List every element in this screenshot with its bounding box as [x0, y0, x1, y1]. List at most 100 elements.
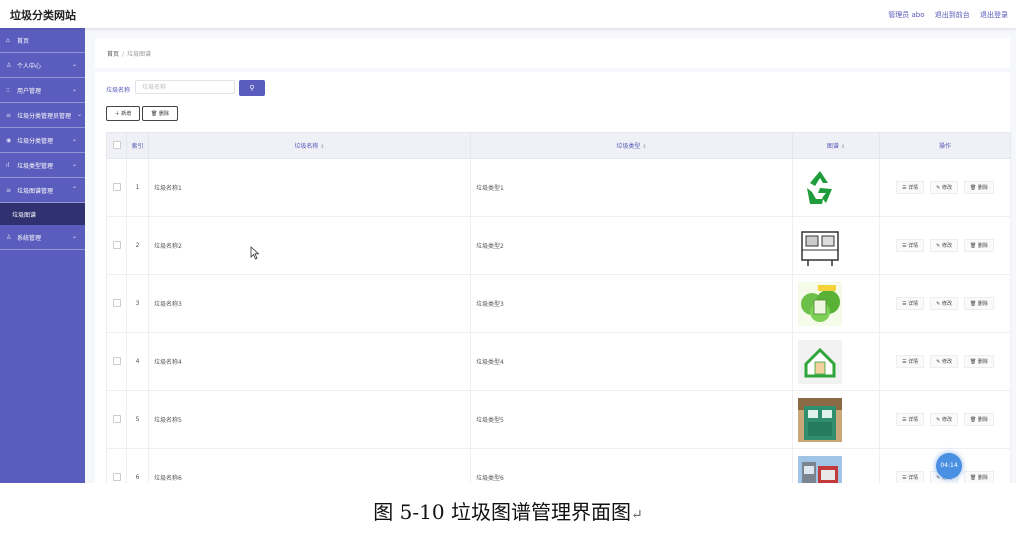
row-select-cell[interactable]: [106, 390, 127, 449]
detail-button[interactable]: ☰ 详情: [896, 413, 925, 426]
delete-button[interactable]: 🗑 删除: [963, 413, 994, 426]
row-index: 4: [126, 332, 149, 391]
col-header-type[interactable]: 垃圾类型 ⇕: [470, 132, 793, 159]
recording-timer-badge[interactable]: 04:14: [936, 453, 962, 479]
delete-icon: 🗑: [969, 417, 977, 423]
chevron-up-icon: ⌃: [71, 186, 77, 193]
select-all-cell[interactable]: [106, 132, 127, 159]
col-header-name-label: 垃圾名称: [294, 143, 319, 150]
row-ops: ☰ 详情 ✎ 修改 🗑 删除: [879, 332, 1011, 391]
chevron-down-icon: ⌄: [71, 161, 77, 168]
search-button[interactable]: ⚲: [239, 80, 265, 96]
sidebar-item-garbage-atlas[interactable]: ≡ 垃圾图谱管理 ⌃: [0, 178, 85, 203]
row-ops: ☰ 详情 ✎ 修改 🗑 删除: [879, 158, 1011, 217]
search-input[interactable]: 垃圾名称: [135, 80, 235, 94]
sort-icon[interactable]: ⇕: [320, 144, 324, 150]
site-title: 垃圾分类网站: [10, 9, 76, 22]
edit-button[interactable]: ✎ 修改: [930, 297, 958, 310]
row-select-cell[interactable]: [106, 448, 127, 483]
row-checkbox[interactable]: [112, 240, 121, 249]
sorting-station-photo[interactable]: [798, 455, 842, 484]
sidebar-item-garbage-type[interactable]: ıl 垃圾类型管理 ⌄: [0, 153, 85, 178]
sidebar-item-home[interactable]: ⌂ 首页: [0, 28, 85, 53]
delete-button[interactable]: 🗑 删除: [963, 471, 994, 483]
smart-bin-photo[interactable]: [798, 397, 842, 442]
edit-button[interactable]: ✎ 修改: [930, 355, 958, 368]
detail-button[interactable]: ☰ 详情: [896, 181, 925, 194]
search-icon: ⚲: [249, 84, 255, 92]
delete-button[interactable]: 🗑 删除: [963, 181, 994, 194]
sidebar-item-label: 垃圾类型管理: [17, 162, 54, 170]
figure-caption-text: 图 5-10 垃圾图谱管理界面图: [373, 500, 631, 524]
breadcrumb: 首页 / 垃圾图谱: [107, 49, 151, 58]
row-select-cell[interactable]: [106, 274, 127, 333]
table-row: 3 垃圾名称3 垃圾类型3 ☰ 详情 ✎ 修改 🗑 删除: [106, 274, 1011, 333]
breadcrumb-current: 垃圾图谱: [127, 51, 152, 58]
row-select-cell[interactable]: [106, 158, 127, 217]
recycle-symbol-image[interactable]: [798, 165, 842, 210]
sidebar-item-garbage-classification[interactable]: ◉ 垃圾分类管理 ⌄: [0, 128, 85, 153]
col-header-image-label: 图谱: [826, 143, 839, 150]
return-mark-icon: ↵: [630, 507, 643, 523]
sort-icon[interactable]: ⇕: [642, 144, 646, 150]
delete-icon: 🗑: [969, 475, 977, 481]
sidebar-item-label: 用户管理: [17, 87, 42, 95]
batch-delete-button[interactable]: 🗑 删除: [142, 106, 178, 121]
sort-icon[interactable]: ⇕: [841, 144, 845, 150]
admin-user-link[interactable]: 管理员 abo: [888, 11, 924, 19]
green-bin-image[interactable]: [798, 281, 842, 326]
search-label: 垃圾名称: [106, 87, 131, 94]
edit-icon: ✎: [936, 417, 941, 423]
row-checkbox[interactable]: [112, 356, 121, 365]
chevron-down-icon: ⌄: [76, 111, 82, 118]
exit-to-frontend-link[interactable]: 退出到前台: [935, 11, 970, 19]
row-select-cell[interactable]: [106, 216, 127, 275]
delete-button[interactable]: 🗑 删除: [963, 239, 994, 252]
edit-button[interactable]: ✎ 修改: [930, 413, 958, 426]
row-checkbox[interactable]: [112, 414, 121, 423]
detail-button[interactable]: ☰ 详情: [896, 471, 925, 483]
delete-icon: 🗑: [969, 359, 977, 365]
sidebar-item-personal-center[interactable]: ♙ 个人中心 ⌄: [0, 53, 85, 78]
row-select-cell[interactable]: [106, 332, 127, 391]
breadcrumb-home[interactable]: 首页: [107, 51, 119, 58]
top-nav: 管理员 abo 退出到前台 退出登录: [888, 10, 1016, 20]
row-type: 垃圾类型6: [470, 448, 793, 483]
sidebar-subitem-garbage-atlas[interactable]: 垃圾图谱: [0, 203, 85, 225]
chart-icon: ıl: [6, 161, 10, 169]
col-header-name[interactable]: 垃圾名称 ⇕: [148, 132, 471, 159]
col-header-index: 索引: [126, 132, 149, 159]
edit-icon: ✎: [936, 359, 941, 365]
row-type: 垃圾类型5: [470, 390, 793, 449]
sidebar-item-label: 垃圾分类管理: [17, 137, 54, 145]
house-sign-image[interactable]: [798, 339, 842, 384]
detail-icon: ☰: [902, 417, 907, 423]
detail-button[interactable]: ☰ 详情: [896, 239, 925, 252]
sidebar-item-label: 首页: [17, 37, 30, 45]
user-icon: ♙: [6, 61, 12, 69]
row-checkbox[interactable]: [112, 472, 121, 481]
add-button[interactable]: ＋ 新增: [106, 106, 140, 121]
row-checkbox[interactable]: [112, 298, 121, 307]
mouse-cursor-icon: [250, 246, 260, 260]
row-index: 2: [126, 216, 149, 275]
edit-button[interactable]: ✎ 修改: [930, 239, 958, 252]
table-row: 6 垃圾名称6 垃圾类型6 ☰ 详情✎ 修改🗑 删除: [106, 448, 1011, 484]
select-all-checkbox[interactable]: [112, 140, 121, 149]
breadcrumb-separator: /: [122, 51, 125, 58]
sidebar-item-garbage-admin-management[interactable]: ≡ 垃圾分类管理员管理 ⌄: [0, 103, 85, 128]
row-ops: ☰ 详情 ✎ 修改 🗑 删除: [879, 216, 1011, 275]
logout-link[interactable]: 退出登录: [980, 11, 1008, 19]
machine-illustration-image[interactable]: [798, 223, 842, 268]
col-header-image[interactable]: 图谱 ⇕: [792, 132, 880, 159]
row-checkbox[interactable]: [112, 182, 121, 191]
delete-button[interactable]: 🗑 删除: [963, 297, 994, 310]
detail-button[interactable]: ☰ 详情: [896, 355, 925, 368]
sidebar-item-user-management[interactable]: ⁝⁝ 用户管理 ⌄: [0, 78, 85, 103]
table-row: 4 垃圾名称4 垃圾类型4 ☰ 详情 ✎ 修改 🗑 删除: [106, 332, 1011, 391]
detail-button[interactable]: ☰ 详情: [896, 297, 925, 310]
sidebar-item-system-management[interactable]: ♙ 系统管理 ⌄: [0, 225, 85, 250]
delete-button[interactable]: 🗑 删除: [963, 355, 994, 368]
row-index: 3: [126, 274, 149, 333]
edit-button[interactable]: ✎ 修改: [930, 181, 958, 194]
